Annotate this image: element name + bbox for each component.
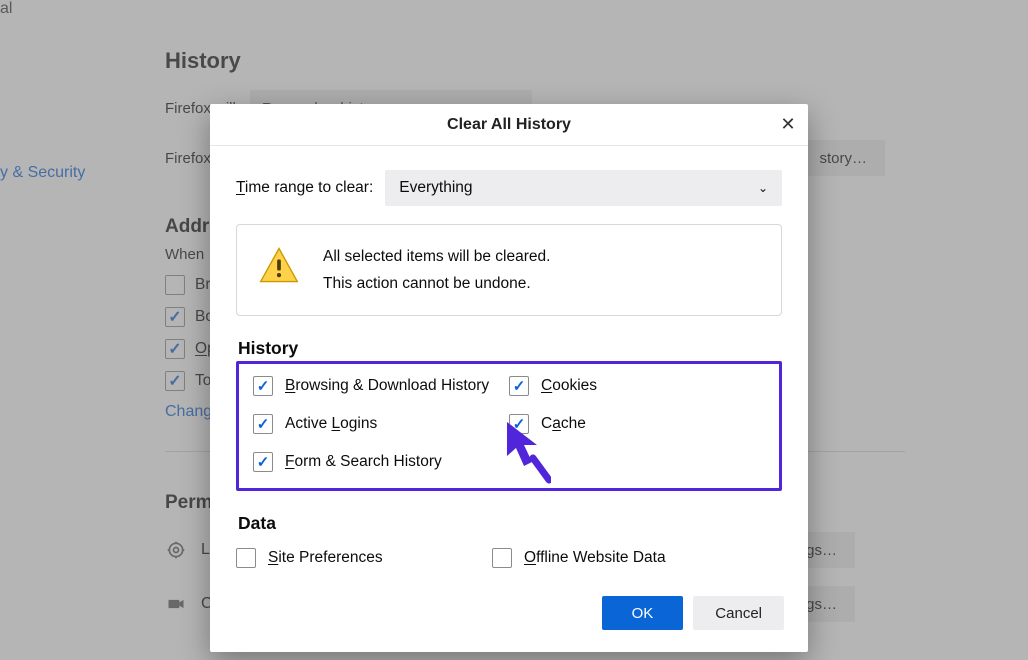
checkbox-icon[interactable] [492, 548, 512, 568]
clear-history-dialog: Clear All History ✕ Time range to clear:… [210, 104, 808, 652]
time-range-value: Everything [399, 179, 472, 197]
close-button[interactable]: ✕ [776, 112, 800, 136]
checkbox-label: Browsing & Download History [285, 377, 489, 395]
dialog-footer: OK Cancel [210, 586, 808, 652]
warning-text: All selected items will be cleared. This… [323, 243, 550, 297]
checkbox-icon[interactable] [509, 414, 529, 434]
checkbox-site-preferences[interactable]: Site Preferences [236, 548, 486, 568]
checkbox-icon[interactable] [253, 452, 273, 472]
checkbox-active-logins[interactable]: Active Logins [253, 414, 503, 434]
checkbox-label: Active Logins [285, 415, 377, 433]
checkbox-label: Offline Website Data [524, 549, 666, 567]
checkbox-cache[interactable]: Cache [509, 414, 765, 434]
checkbox-form-search-history[interactable]: Form & Search History [253, 452, 503, 472]
data-section-heading: Data [238, 513, 782, 534]
warning-line-1: All selected items will be cleared. [323, 243, 550, 270]
dialog-body: Time range to clear: Everything ⌄ All se… [210, 146, 808, 586]
checkbox-icon[interactable] [253, 414, 273, 434]
chevron-down-icon: ⌄ [758, 181, 768, 195]
time-range-label: Time range to clear: [236, 179, 373, 197]
history-section-heading: History [238, 338, 782, 359]
time-range-row: Time range to clear: Everything ⌄ [236, 170, 782, 206]
warning-line-2: This action cannot be undone. [323, 270, 550, 297]
warning-box: All selected items will be cleared. This… [236, 224, 782, 316]
dialog-header: Clear All History ✕ [210, 104, 808, 146]
checkbox-cookies[interactable]: Cookies [509, 376, 765, 396]
checkbox-icon[interactable] [253, 376, 273, 396]
cancel-button[interactable]: Cancel [693, 596, 784, 630]
close-icon: ✕ [780, 114, 795, 135]
checkbox-browsing-download-history[interactable]: Browsing & Download History [253, 376, 503, 396]
checkbox-label: Site Preferences [268, 549, 383, 567]
checkbox-icon[interactable] [236, 548, 256, 568]
history-items-highlight: Browsing & Download History Cookies Acti… [236, 361, 782, 491]
checkbox-label: Cookies [541, 377, 597, 395]
checkbox-icon[interactable] [509, 376, 529, 396]
checkbox-label: Form & Search History [285, 453, 442, 471]
checkbox-label: Cache [541, 415, 586, 433]
warning-icon [257, 243, 301, 287]
ok-button[interactable]: OK [602, 596, 684, 630]
dialog-title: Clear All History [447, 116, 571, 134]
checkbox-offline-website-data[interactable]: Offline Website Data [492, 548, 782, 568]
time-range-select[interactable]: Everything ⌄ [385, 170, 782, 206]
